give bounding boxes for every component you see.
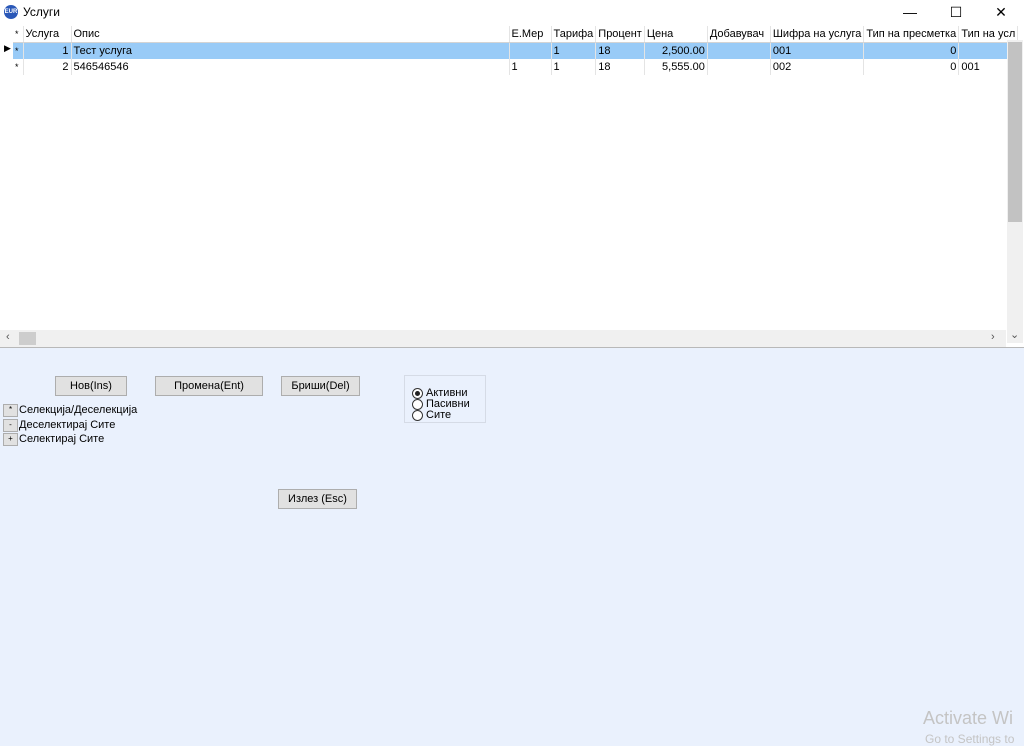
scroll-left-icon[interactable]: ‹ [6, 331, 10, 343]
table-row[interactable]: * 1 Тест услуга 1 18 2,500.00 001 0 [13, 42, 1019, 59]
cell-procent[interactable]: 18 [595, 42, 645, 59]
radio-active[interactable] [412, 388, 423, 399]
current-row-indicator-icon: ▶ [4, 43, 11, 53]
column-header-procent[interactable]: Процент [595, 26, 645, 43]
toggle-selection-button[interactable]: * [3, 404, 18, 417]
cell-sifra[interactable]: 001 [770, 42, 865, 59]
cell-sifra[interactable]: 002 [770, 59, 865, 75]
vertical-scroll-thumb[interactable] [1008, 42, 1022, 222]
column-header-tarifa[interactable]: Тарифа [551, 26, 597, 43]
cell-dobavuvac[interactable] [707, 42, 771, 59]
vertical-scrollbar[interactable]: ⌄ [1007, 40, 1023, 343]
select-all-button[interactable]: + [3, 433, 18, 446]
horizontal-scrollbar[interactable]: ‹ › [0, 330, 1006, 347]
column-header-dobavuvac[interactable]: Добавувач [707, 26, 771, 43]
cell-tip-presmetka[interactable]: 0 [863, 59, 960, 75]
column-header-usluga[interactable]: Услуга [23, 26, 72, 43]
radio-all-label[interactable]: Сите [426, 409, 451, 421]
cell-usluga[interactable]: 1 [23, 42, 72, 59]
cell-emer[interactable]: 1 [509, 59, 552, 75]
cell-procent[interactable]: 18 [595, 59, 645, 75]
edit-button[interactable]: Промена(Ent) [155, 376, 263, 396]
activation-watermark-subtext: Go to Settings to [925, 732, 1015, 746]
exit-button[interactable]: Излез (Esc) [278, 489, 357, 509]
row-marker: * [13, 42, 24, 59]
maximize-button[interactable]: ☐ [933, 0, 979, 25]
app-logo-icon: EUR [4, 5, 18, 19]
deselect-all-button[interactable]: - [3, 419, 18, 432]
activation-watermark: Activate Wi [923, 708, 1014, 728]
window-title: Услуги [23, 5, 60, 19]
cell-usluga[interactable]: 2 [23, 59, 72, 75]
cell-dobavuvac[interactable] [707, 59, 771, 75]
cell-emer[interactable] [509, 42, 552, 59]
minimize-button[interactable]: — [887, 0, 933, 25]
cell-tip-presmetka[interactable]: 0 [863, 42, 960, 59]
services-table[interactable]: * Услуга Опис Е.Мер Тарифа Процент Цена … [13, 26, 1019, 75]
row-marker: * [13, 59, 24, 75]
close-button[interactable]: ✕ [978, 0, 1024, 25]
header-row: * Услуга Опис Е.Мер Тарифа Процент Цена … [13, 26, 1019, 43]
cell-tarifa[interactable]: 1 [551, 42, 597, 59]
deselect-all-label: Деселектирај Сите [19, 419, 116, 431]
delete-button[interactable]: Бриши(Del) [281, 376, 360, 396]
cell-opis[interactable]: 546546546 [71, 59, 510, 75]
column-header-tip-presmetka[interactable]: Тип на пресметка [863, 26, 960, 43]
status-filter-group: Активни Пасивни Сите [404, 375, 486, 423]
cell-opis[interactable]: Тест услуга [71, 42, 510, 59]
cell-cena[interactable]: 5,555.00 [644, 59, 708, 75]
column-header-cena[interactable]: Цена [644, 26, 708, 43]
scroll-right-icon[interactable]: › [991, 331, 995, 343]
title-bar: EUR Услуги — ☐ ✕ [0, 0, 1024, 25]
column-header-emer[interactable]: Е.Мер [509, 26, 552, 43]
horizontal-scroll-thumb[interactable] [19, 332, 36, 345]
radio-all[interactable] [412, 410, 423, 421]
cell-tarifa[interactable]: 1 [551, 59, 597, 75]
column-header-sifra[interactable]: Шифра на услуга [770, 26, 865, 43]
new-button[interactable]: Нов(Ins) [55, 376, 127, 396]
cell-cena[interactable]: 2,500.00 [644, 42, 708, 59]
radio-passive[interactable] [412, 399, 423, 410]
column-header-marker[interactable]: * [13, 26, 24, 43]
toggle-selection-label: Селекција/Деселекција [19, 404, 138, 416]
table-row[interactable]: * 2 546546546 1 1 18 5,555.00 002 0 001 [13, 59, 1019, 75]
column-header-opis[interactable]: Опис [71, 26, 510, 43]
select-all-label: Селектирај Сите [19, 433, 105, 445]
scroll-down-icon[interactable]: ⌄ [1010, 328, 1019, 341]
services-grid[interactable]: * Услуга Опис Е.Мер Тарифа Процент Цена … [0, 25, 1024, 348]
